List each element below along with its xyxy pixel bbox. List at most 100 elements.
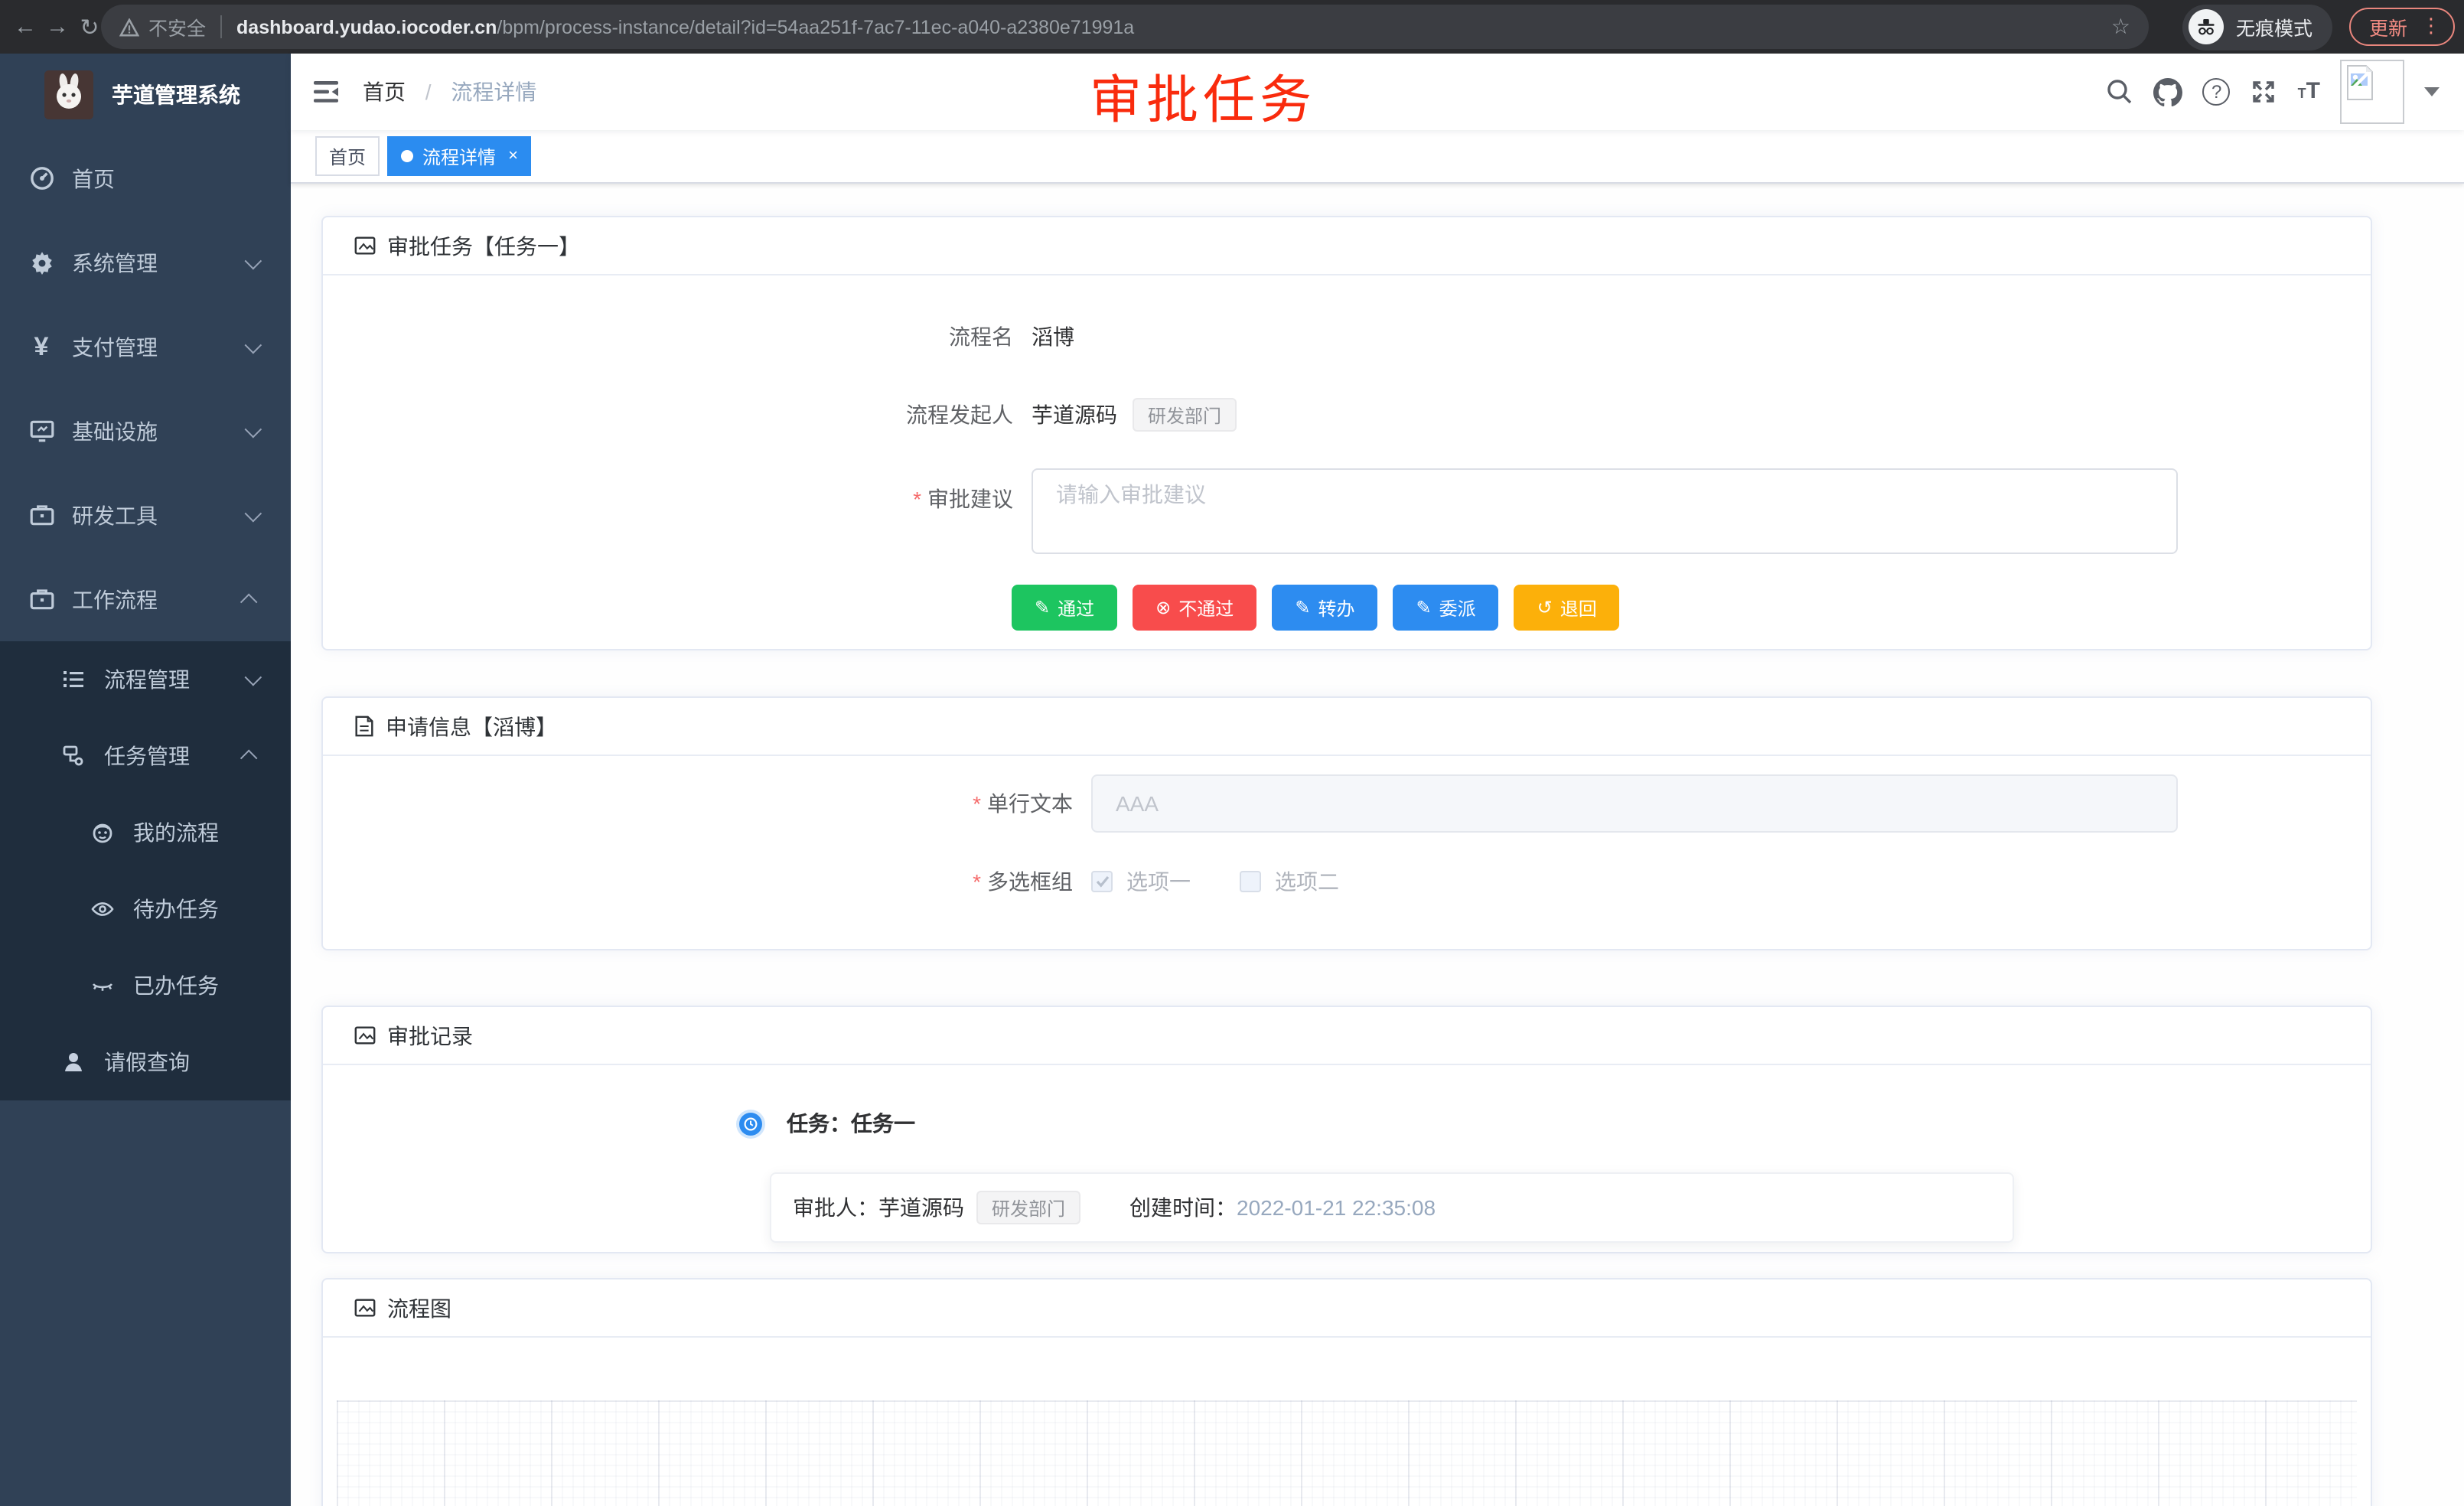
opinion-label: 审批建议	[927, 487, 1013, 511]
edit-icon: ✎	[1416, 597, 1431, 618]
sidebar-item-todo-tasks[interactable]: 待办任务	[0, 871, 291, 947]
card-title: 流程图	[387, 1292, 451, 1323]
tab-home[interactable]: 首页	[315, 136, 380, 176]
forward-icon[interactable]: →	[41, 14, 73, 40]
incognito-icon	[2189, 9, 2224, 44]
dept-tag: 研发部门	[1133, 398, 1237, 432]
breadcrumb: 首页 / 流程详情	[363, 77, 536, 107]
single-line-text-input[interactable]	[1091, 774, 2178, 833]
checkbox-option1-label: 选项一	[1126, 866, 1191, 897]
broken-image-icon	[2345, 64, 2375, 101]
tab-process-detail[interactable]: 流程详情 ×	[387, 136, 532, 176]
bookmark-star-icon[interactable]: ☆	[2111, 14, 2130, 40]
sidebar-item-label: 首页	[72, 163, 115, 194]
text-field-label: 单行文本	[987, 791, 1073, 816]
sidebar-item-process-mgmt[interactable]: 流程管理	[0, 641, 291, 718]
avatar[interactable]	[2340, 60, 2404, 124]
font-size-icon[interactable]: TT	[2298, 78, 2320, 106]
approval-task-card: 审批任务【任务一】 流程名 滔博 流程发起人 芋道源码 研发部门	[321, 216, 2372, 650]
opinion-textarea[interactable]	[1032, 468, 2178, 554]
fullscreen-icon[interactable]	[2251, 78, 2278, 106]
sidebar-submenu: 流程管理 任务管理 我的流程	[0, 641, 291, 1100]
sidebar-item-label: 请假查询	[104, 1047, 190, 1077]
card-body: *单行文本 *多选框组 选项一	[323, 756, 2371, 949]
github-icon[interactable]	[2154, 77, 2183, 106]
create-time-value: 2022-01-21 22:35:08	[1237, 1195, 1436, 1220]
breadcrumb-home[interactable]: 首页	[363, 80, 406, 104]
required-asterisk: *	[913, 487, 921, 511]
avatar-dropdown-caret-icon[interactable]	[2424, 87, 2440, 96]
initiator-label: 流程发起人	[354, 399, 1013, 430]
url-divider	[220, 15, 221, 38]
chevron-down-icon	[245, 504, 262, 522]
picture-icon	[354, 1296, 376, 1319]
sidebar-item-devtools[interactable]: 研发工具	[0, 473, 291, 557]
close-icon[interactable]: ×	[508, 147, 518, 165]
circle-close-icon: ⊗	[1155, 597, 1171, 618]
dashboard-icon	[23, 165, 60, 191]
chevron-up-icon	[240, 593, 258, 611]
card-header: 审批记录	[323, 1007, 2371, 1065]
top-navbar: 首页 / 流程详情 ? TT	[291, 54, 2464, 130]
card-header: 申请信息【滔博】	[323, 698, 2371, 756]
sidebar-item-label: 基础设施	[72, 416, 158, 446]
browser-toolbar: ← → ↻ ⌂ 不安全 dashboard.yudao.iocoder.cn /…	[0, 0, 2464, 54]
required-asterisk: *	[973, 869, 981, 894]
checkbox-option2[interactable]	[1240, 871, 1261, 892]
transfer-button[interactable]: ✎转办	[1272, 585, 1377, 631]
security-label: 不安全	[148, 12, 206, 41]
browser-menu-icon[interactable]: ⋮	[2421, 14, 2441, 38]
app-logo	[44, 70, 93, 119]
back-icon[interactable]: ←	[9, 14, 41, 40]
sidebar: 芋道管理系统 首页 系统管理 ¥ 支付管理	[0, 54, 291, 1506]
update-label: 更新	[2369, 11, 2407, 41]
card-title: 审批任务【任务一】	[387, 230, 580, 261]
sidebar-item-workflow[interactable]: 工作流程	[0, 557, 291, 641]
card-title: 申请信息【滔博】	[386, 711, 557, 742]
tab-label: 首页	[329, 143, 366, 169]
sidebar-item-label: 已办任务	[133, 970, 219, 1001]
sidebar-item-my-process[interactable]: 我的流程	[0, 794, 291, 871]
tags-view: 首页 流程详情 ×	[291, 130, 2464, 184]
url-path: /bpm/process-instance/detail?id=54aa251f…	[497, 16, 1134, 37]
checkbox-option1[interactable]	[1091, 871, 1113, 892]
picture-icon	[354, 234, 376, 257]
timeline-clock-icon	[739, 1112, 762, 1135]
help-icon[interactable]: ?	[2203, 78, 2231, 106]
card-header: 流程图	[323, 1279, 2371, 1338]
return-button[interactable]: ↺退回	[1514, 585, 1620, 631]
chevron-up-icon	[240, 750, 258, 768]
warning-icon	[119, 18, 139, 36]
list-icon	[55, 667, 92, 692]
reject-button[interactable]: ⊗不通过	[1133, 585, 1256, 631]
sidebar-item-leave-query[interactable]: 请假查询	[0, 1024, 291, 1100]
breadcrumb-separator: /	[425, 80, 432, 104]
incognito-badge: 无痕模式	[2182, 4, 2332, 50]
sidebar-item-infra[interactable]: 基础设施	[0, 389, 291, 473]
sidebar-item-payment[interactable]: ¥ 支付管理	[0, 305, 291, 389]
sidebar-item-label: 我的流程	[133, 817, 219, 848]
edit-icon: ✎	[1295, 597, 1310, 618]
search-icon[interactable]	[2107, 78, 2134, 106]
sidebar-item-home[interactable]: 首页	[0, 136, 291, 220]
approve-button[interactable]: ✎通过	[1012, 585, 1117, 631]
incognito-label: 无痕模式	[2236, 12, 2312, 41]
sidebar-toggle-icon[interactable]	[314, 81, 338, 103]
bpmn-canvas[interactable]	[337, 1400, 2357, 1506]
checkbox-group-label: 多选框组	[987, 869, 1073, 894]
flow-diagram-card: 流程图	[321, 1278, 2372, 1506]
url-host: dashboard.yudao.iocoder.cn	[236, 16, 497, 37]
page: ← → ↻ ⌂ 不安全 dashboard.yudao.iocoder.cn /…	[0, 0, 2464, 1506]
delegate-button[interactable]: ✎委派	[1393, 585, 1498, 631]
page-content: 审批任务【任务一】 流程名 滔博 流程发起人 芋道源码 研发部门	[291, 184, 2464, 1506]
sidebar-item-system[interactable]: 系统管理	[0, 220, 291, 305]
sidebar-item-label: 工作流程	[72, 584, 158, 614]
gear-icon	[23, 249, 60, 275]
update-button[interactable]: 更新 ⋮	[2349, 7, 2455, 45]
address-bar[interactable]: 不安全 dashboard.yudao.iocoder.cn /bpm/proc…	[101, 5, 2149, 49]
chevron-down-icon	[245, 252, 262, 269]
sidebar-item-task-mgmt[interactable]: 任务管理	[0, 718, 291, 794]
card-title: 审批记录	[387, 1020, 473, 1051]
sidebar-item-done-tasks[interactable]: 已办任务	[0, 947, 291, 1024]
briefcase-icon	[23, 502, 60, 528]
